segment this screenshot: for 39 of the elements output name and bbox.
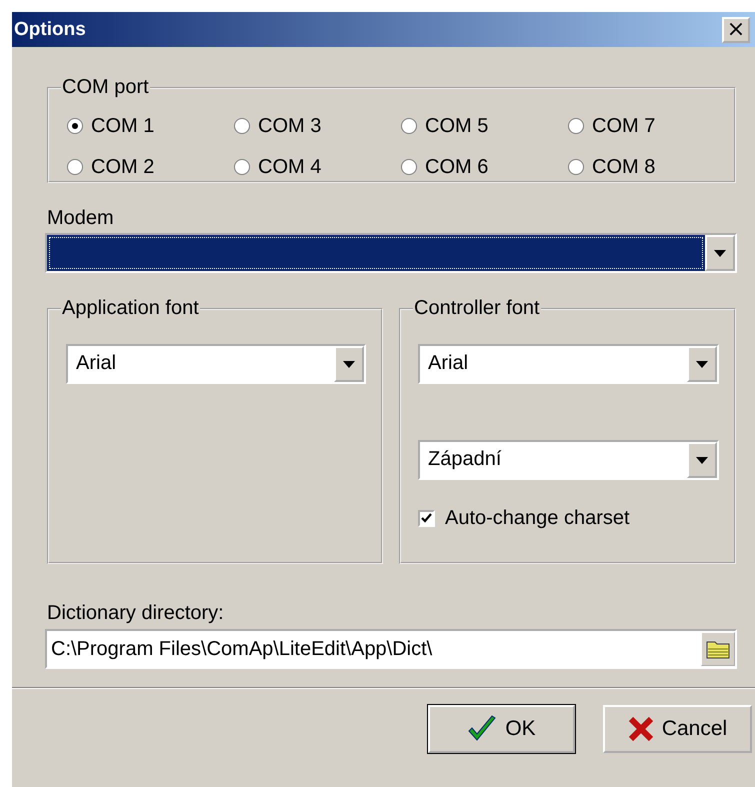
- radio-button[interactable]: [568, 118, 584, 134]
- radio-button[interactable]: [234, 158, 250, 174]
- radio-label: COM 6: [425, 154, 488, 178]
- dropdown-value: Západní: [427, 447, 502, 472]
- checkbox[interactable]: [418, 510, 435, 526]
- dropdown[interactable]: Západní: [418, 440, 719, 480]
- checkbox-label: Auto-change charset: [445, 506, 630, 530]
- folder-icon: [706, 639, 730, 659]
- directory-field[interactable]: C:\Program Files\ComAp\LiteEdit\App\Dict\: [45, 629, 737, 669]
- field-label: Modem: [47, 207, 115, 230]
- radio-label: COM 4: [258, 154, 322, 178]
- dropdown[interactable]: Arial: [418, 344, 719, 384]
- radio-button[interactable]: [568, 158, 584, 174]
- radio-button[interactable]: [67, 118, 83, 134]
- radio-label: COM 7: [592, 114, 656, 138]
- dropdown[interactable]: Arial: [66, 344, 366, 384]
- radio-label: COM 5: [425, 114, 488, 138]
- radio-button[interactable]: [401, 158, 417, 174]
- cancel-button[interactable]: Cancel: [603, 705, 752, 753]
- browse-button[interactable]: [701, 632, 735, 666]
- close-button[interactable]: ×: [722, 16, 750, 42]
- radio-label: COM 3: [258, 114, 322, 138]
- radio-button[interactable]: [234, 118, 250, 134]
- radio-button[interactable]: [67, 158, 83, 174]
- radio-label: COM 8: [592, 154, 656, 178]
- dropdown-value: Arial: [427, 351, 470, 376]
- radio-button[interactable]: [401, 118, 417, 134]
- field-value: C:\Program Files\ComAp\LiteEdit\App\Dict\: [50, 637, 434, 662]
- modem-dropdown[interactable]: [45, 233, 737, 273]
- field-label: Dictionary directory:: [47, 601, 225, 626]
- checkmark-icon: [467, 715, 498, 743]
- group-label: COM port: [61, 76, 150, 98]
- group-label: Application font: [61, 297, 200, 319]
- radio-label: COM 2: [91, 154, 154, 178]
- cross-icon: [628, 716, 654, 742]
- dropdown-value: Arial: [75, 351, 118, 376]
- radio-label: COM 1: [91, 114, 154, 138]
- ok-button[interactable]: OK: [428, 705, 575, 753]
- window-title: Options: [14, 18, 86, 40]
